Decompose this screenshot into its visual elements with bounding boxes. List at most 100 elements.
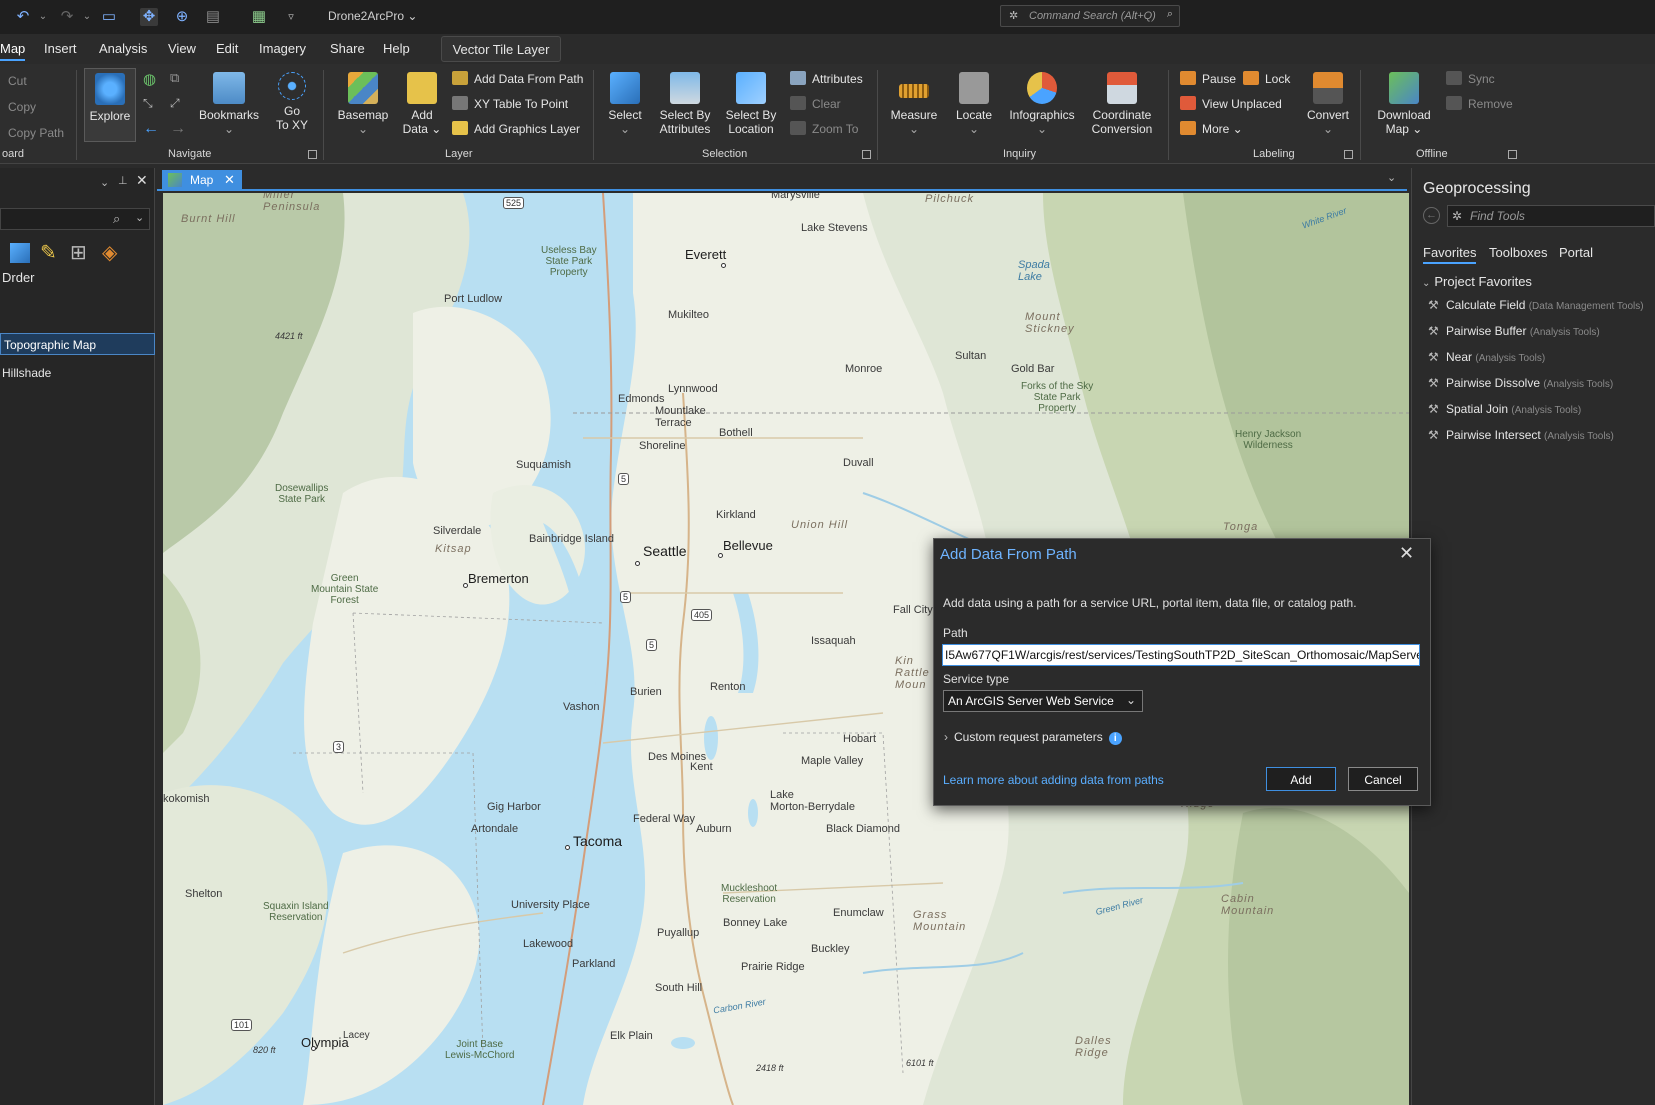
full-extent-icon[interactable]: ◍ — [143, 70, 156, 88]
add-button[interactable]: Add — [1266, 767, 1336, 791]
label-icon[interactable]: ◈ — [102, 240, 117, 265]
download-map-button[interactable]: Download Map ⌄ — [1372, 72, 1436, 136]
project-favorites-header[interactable]: ⌄ Project Favorites — [1422, 274, 1532, 289]
tool-toolbox: (Analysis Tools) — [1543, 379, 1614, 390]
view-unplaced-button[interactable]: View Unplaced — [1180, 96, 1282, 111]
list-by-drawing-order-icon[interactable] — [10, 243, 30, 263]
close-icon[interactable]: ✕ — [1399, 543, 1414, 564]
attribute-table-icon[interactable]: ▦ — [250, 8, 268, 26]
chevron-down-icon[interactable]: ⌄ — [100, 176, 109, 189]
attributes-button[interactable]: Attributes — [790, 71, 863, 86]
copy-path-button[interactable]: Copy Path — [8, 126, 64, 140]
close-icon[interactable]: ✕ — [224, 172, 235, 188]
add-data-button[interactable]: Add Data ⌄ — [400, 72, 444, 136]
tool-item[interactable]: ⚒ Pairwise Intersect (Analysis Tools) — [1428, 428, 1614, 442]
info-icon[interactable]: i — [1108, 732, 1122, 745]
cancel-button[interactable]: Cancel — [1348, 767, 1418, 791]
command-search-input[interactable]: ✲ Command Search (Alt+Q) ⌕ — [1000, 5, 1180, 27]
tab-favorites[interactable]: Favorites — [1423, 245, 1477, 264]
tab-insert[interactable]: Insert — [44, 41, 77, 56]
tab-vector-tile-layer[interactable]: Vector Tile Layer — [441, 36, 561, 62]
tab-edit[interactable]: Edit — [216, 41, 238, 56]
bookmarks-button[interactable]: Bookmarks ⌄ — [197, 72, 261, 136]
new-map-icon[interactable]: ▭ — [100, 8, 118, 26]
infographics-button[interactable]: Infographics ⌄ — [1006, 72, 1078, 136]
contents-search-input[interactable]: ⌕ ⌄ — [0, 208, 150, 230]
command-search-placeholder: Command Search (Alt+Q) — [1029, 10, 1156, 22]
pause-labels-button[interactable]: Pause — [1180, 71, 1236, 86]
clear-button[interactable]: Clear — [790, 96, 841, 111]
service-type-select[interactable]: An ArcGIS Server Web Service ⌄ — [943, 690, 1143, 712]
tab-share[interactable]: Share — [330, 41, 365, 56]
tool-item[interactable]: ⚒ Near (Analysis Tools) — [1428, 350, 1545, 364]
tool-item[interactable]: ⚒ Pairwise Buffer (Analysis Tools) — [1428, 324, 1600, 338]
chevron-down-icon[interactable]: ⌄ — [78, 8, 96, 26]
grid-select-icon[interactable]: ⊞ — [70, 240, 87, 265]
path-input[interactable]: I5Aw677QF1W/arcgis/rest/services/Testing… — [942, 644, 1420, 666]
chevron-down-icon[interactable]: ⌄ — [34, 8, 52, 26]
go-to-xy-button[interactable]: Go To XY — [270, 72, 314, 132]
close-icon[interactable]: ✕ — [136, 172, 148, 189]
more-labeling-button[interactable]: More ⌄ — [1180, 121, 1243, 136]
tab-toolboxes[interactable]: Toolboxes — [1489, 245, 1548, 260]
sync-button[interactable]: Sync — [1446, 71, 1495, 86]
zoom-out-fixed-icon[interactable]: ⤢ — [170, 96, 180, 111]
tab-imagery[interactable]: Imagery — [259, 41, 306, 56]
tab-portal[interactable]: Portal — [1559, 245, 1593, 260]
cut-button[interactable]: Cut — [8, 74, 27, 88]
chevron-down-icon[interactable]: ⌄ — [1387, 171, 1396, 184]
tab-help[interactable]: Help — [383, 41, 410, 56]
dialog-launcher-icon[interactable] — [862, 150, 871, 159]
select-by-location-button[interactable]: Select By Location — [722, 72, 780, 136]
remove-button[interactable]: Remove — [1446, 96, 1513, 111]
back-arrow-icon[interactable]: ← — [1423, 207, 1440, 224]
find-tools-input[interactable]: ✲ Find Tools — [1447, 205, 1655, 227]
explore-button[interactable]: Explore — [84, 68, 136, 142]
tool-item[interactable]: ⚒ Calculate Field (Data Management Tools) — [1428, 298, 1644, 312]
add-graphics-layer-button[interactable]: Add Graphics Layer — [452, 121, 580, 136]
back-arrow-icon[interactable]: ← — [143, 120, 159, 138]
zoom-in-icon[interactable]: ⊕ — [173, 8, 191, 26]
tool-item[interactable]: ⚒ Pairwise Dissolve (Analysis Tools) — [1428, 376, 1613, 390]
tab-view[interactable]: View — [168, 41, 196, 56]
lock-labels-button[interactable]: Lock — [1243, 71, 1290, 86]
dialog-launcher-icon[interactable] — [1344, 150, 1353, 159]
custom-params-label: Custom request parameters — [954, 730, 1103, 744]
customize-quick-access-icon[interactable]: ▿ — [282, 8, 300, 26]
layer-item-hillshade[interactable]: Hillshade — [2, 366, 51, 380]
zoom-to-button[interactable]: Zoom To — [790, 121, 858, 136]
locate-button[interactable]: Locate ⌄ — [950, 72, 998, 136]
basemap-button[interactable]: Basemap ⌄ — [332, 72, 394, 136]
undo-icon[interactable]: ↶ — [14, 8, 32, 26]
add-data-from-path-label: Add Data From Path — [474, 72, 584, 86]
dialog-launcher-icon[interactable] — [308, 150, 317, 159]
select-by-attributes-button[interactable]: Select By Attributes — [656, 72, 714, 136]
select-button[interactable]: Select ⌄ — [603, 72, 647, 136]
learn-more-link[interactable]: Learn more about adding data from paths — [943, 773, 1164, 787]
tab-map[interactable]: Map — [0, 41, 26, 61]
dialog-launcher-icon[interactable] — [1508, 150, 1517, 159]
pencil-icon[interactable]: ✎ — [40, 240, 57, 265]
clear-label: Clear — [812, 97, 841, 111]
pan-icon[interactable]: ✥ — [140, 8, 158, 26]
geoprocessing-title: Geoprocessing — [1423, 180, 1531, 197]
fixed-zoom-icon[interactable]: ⧉ — [170, 70, 179, 86]
project-name[interactable]: Drone2ArcPro ⌄ — [328, 9, 417, 23]
zoom-in-fixed-icon[interactable]: ⤡ — [143, 96, 153, 111]
redo-icon[interactable]: ↷ — [58, 8, 76, 26]
forward-arrow-icon[interactable]: → — [170, 120, 186, 138]
divider — [323, 70, 324, 160]
pin-icon[interactable]: ⊥ — [118, 174, 128, 187]
coordinate-conversion-button[interactable]: Coordinate Conversion — [1086, 72, 1158, 136]
measure-button[interactable]: Measure ⌄ — [886, 72, 942, 136]
custom-request-parameters-expander[interactable]: › Custom request parameters i — [944, 730, 1122, 745]
tool-item[interactable]: ⚒ Spatial Join (Analysis Tools) — [1428, 402, 1581, 416]
tab-analysis[interactable]: Analysis — [99, 41, 147, 56]
xy-table-to-point-button[interactable]: XY Table To Point — [452, 96, 568, 111]
add-data-from-path-button[interactable]: Add Data From Path — [452, 71, 583, 86]
convert-button[interactable]: Convert ⌄ — [1302, 72, 1354, 136]
tab-map-view[interactable]: Map ✕ — [162, 170, 242, 191]
paste-icon[interactable]: ▤ — [204, 8, 222, 26]
layer-item-topographic-map[interactable]: Topographic Map — [0, 333, 155, 355]
copy-button[interactable]: Copy — [8, 100, 36, 114]
